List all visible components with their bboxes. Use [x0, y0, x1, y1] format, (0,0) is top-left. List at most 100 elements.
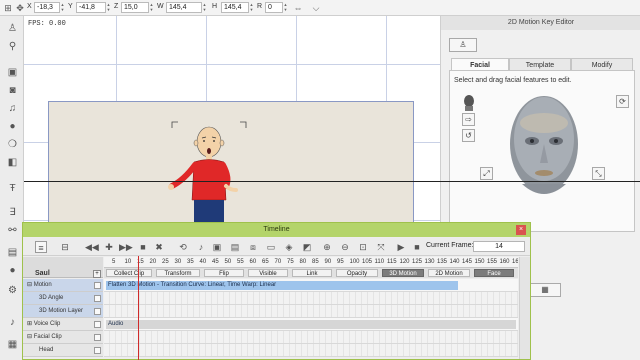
stop-button-icon[interactable]: ■: [411, 241, 423, 253]
track-label[interactable]: 3D Angle: [23, 292, 103, 305]
track-lane[interactable]: Flatten 3D Motion - Transition Curve: Li…: [104, 279, 518, 292]
link-icon[interactable]: ⚯: [6, 224, 19, 237]
curve-icon[interactable]: ⌵: [310, 2, 322, 14]
track-lane[interactable]: [104, 344, 518, 357]
track-list-icon[interactable]: ⊟: [59, 241, 71, 253]
stamp-button[interactable]: ▦: [529, 283, 561, 297]
track-clip[interactable]: Flatten 3D Motion - Transition Curve: Li…: [106, 281, 458, 290]
track-lane[interactable]: Audio: [104, 318, 518, 331]
expand-icon[interactable]: ⤧: [375, 241, 387, 253]
category-opacity[interactable]: Opacity: [336, 269, 378, 277]
settings-icon[interactable]: ⚙: [6, 284, 19, 297]
category-face[interactable]: Face: [474, 269, 514, 277]
3d-head-model[interactable]: [502, 89, 586, 209]
z-spinner[interactable]: ▲ ▼: [149, 2, 154, 13]
track-clip[interactable]: Audio: [106, 320, 516, 329]
stop-icon[interactable]: ■: [137, 241, 149, 253]
frame-ruler[interactable]: 5 10 15 20 25 30 35 40 45 50 55 60 65 70 75 80 85 90 95 100…: [104, 257, 518, 268]
screen-icon[interactable]: ▭: [265, 241, 277, 253]
w-spinner[interactable]: ▲ ▼: [202, 2, 207, 13]
track-checkbox[interactable]: [94, 295, 101, 302]
h-spinner[interactable]: ▲ ▼: [249, 2, 254, 13]
actor-pick-button[interactable]: ♙: [449, 38, 477, 52]
h-field[interactable]: 145,4: [221, 2, 249, 13]
category-2d-motion[interactable]: 2D Motion: [428, 269, 470, 277]
r-spinner[interactable]: ▲ ▼: [283, 2, 288, 13]
y-field[interactable]: -41,8: [76, 2, 106, 13]
track-lane[interactable]: [104, 292, 518, 305]
record-icon[interactable]: ●: [6, 120, 19, 133]
stage-icon[interactable]: ▣: [6, 66, 19, 79]
timeline-title[interactable]: Timeline: [23, 223, 530, 237]
move-feature-button[interactable]: ⇨: [462, 113, 475, 126]
expand-right-button[interactable]: ⤡: [592, 167, 605, 180]
save-icon[interactable]: ▤: [6, 246, 19, 259]
film-icon[interactable]: ▤: [229, 241, 241, 253]
track-label-text: 3D Angle: [39, 295, 64, 301]
walk-icon[interactable]: ⚲: [6, 40, 19, 53]
actor-icon[interactable]: ♙: [6, 22, 19, 35]
x-spinner[interactable]: ▲ ▼: [60, 2, 65, 13]
category-transform[interactable]: Transform: [156, 269, 200, 277]
track-label[interactable]: ⊟ Facial Clip: [23, 331, 103, 344]
transition-icon[interactable]: ⧈: [247, 241, 259, 253]
head-preview-icon[interactable]: [462, 95, 476, 111]
w-field[interactable]: 145,4: [166, 2, 202, 13]
track-checkbox[interactable]: [94, 321, 101, 328]
move-icon[interactable]: ✥: [14, 2, 26, 14]
bubble-icon[interactable]: ❍: [6, 138, 19, 151]
curve-edit-icon[interactable]: ◩: [301, 241, 313, 253]
play-icon[interactable]: ▶: [395, 241, 407, 253]
stamp-icon[interactable]: ▦: [6, 338, 19, 351]
track-label[interactable]: Head: [23, 344, 103, 357]
key-icon[interactable]: ◈: [283, 241, 295, 253]
category-visible[interactable]: Visible: [248, 269, 288, 277]
camera-icon[interactable]: ◙: [6, 84, 19, 97]
track-toggle-icon[interactable]: +: [93, 270, 101, 278]
z-field[interactable]: 15,0: [121, 2, 149, 13]
track-label[interactable]: 3D Motion Layer: [23, 305, 103, 318]
3d-icon[interactable]: ∃: [6, 206, 19, 219]
close-button[interactable]: ×: [516, 225, 526, 235]
track-checkbox[interactable]: [94, 282, 101, 289]
track-label[interactable]: ⊞ Voice Clip: [23, 318, 103, 331]
track-label[interactable]: ⊟ Motion: [23, 279, 103, 292]
expand-left-button[interactable]: ⤢: [480, 167, 493, 180]
track-lane[interactable]: [104, 331, 518, 344]
category-collect-clip[interactable]: Collect Clip: [106, 269, 152, 277]
text-icon[interactable]: Ŧ: [6, 182, 19, 195]
current-frame-field[interactable]: 14: [473, 241, 525, 252]
select-icon[interactable]: ⊞: [2, 2, 14, 14]
record-dot-icon[interactable]: ●: [6, 264, 19, 277]
loop-icon[interactable]: ⟲: [177, 241, 189, 253]
y-spinner[interactable]: ▲ ▼: [106, 2, 111, 13]
zoom-out-icon[interactable]: ⊖: [339, 241, 351, 253]
track-checkbox[interactable]: [94, 347, 101, 354]
sound-icon[interactable]: ♪: [6, 316, 19, 329]
rewind-icon[interactable]: ◀◀: [85, 241, 99, 253]
forward-icon[interactable]: ▶▶: [119, 241, 133, 253]
props-icon[interactable]: ◧: [6, 156, 19, 169]
add-key-icon[interactable]: ✚: [103, 241, 115, 253]
category-flip[interactable]: Flip: [204, 269, 244, 277]
vertical-scrollbar[interactable]: [519, 257, 530, 359]
note-icon[interactable]: ♪: [195, 241, 207, 253]
fps-counter: FPS: 0.00: [28, 20, 66, 28]
flip-horizontal-icon[interactable]: ⇔: [292, 2, 304, 14]
category-link[interactable]: Link: [292, 269, 332, 277]
track-checkbox[interactable]: [94, 308, 101, 315]
fit-icon[interactable]: ⊡: [357, 241, 369, 253]
category-3d-motion[interactable]: 3D Motion: [382, 269, 424, 277]
playhead[interactable]: [138, 256, 139, 360]
zoom-in-icon[interactable]: ⊕: [321, 241, 333, 253]
reset-button[interactable]: ↺: [462, 129, 475, 142]
track-checkbox[interactable]: [94, 334, 101, 341]
layers-icon[interactable]: ▣: [211, 241, 223, 253]
music-icon[interactable]: ♫: [6, 102, 19, 115]
track-lane[interactable]: [104, 305, 518, 318]
menu-icon[interactable]: ≡: [35, 241, 47, 253]
delete-icon[interactable]: ✖: [153, 241, 165, 253]
x-field[interactable]: -18,3: [34, 2, 60, 13]
refresh-button[interactable]: ⟳: [616, 95, 629, 108]
r-field[interactable]: 0: [265, 2, 283, 13]
